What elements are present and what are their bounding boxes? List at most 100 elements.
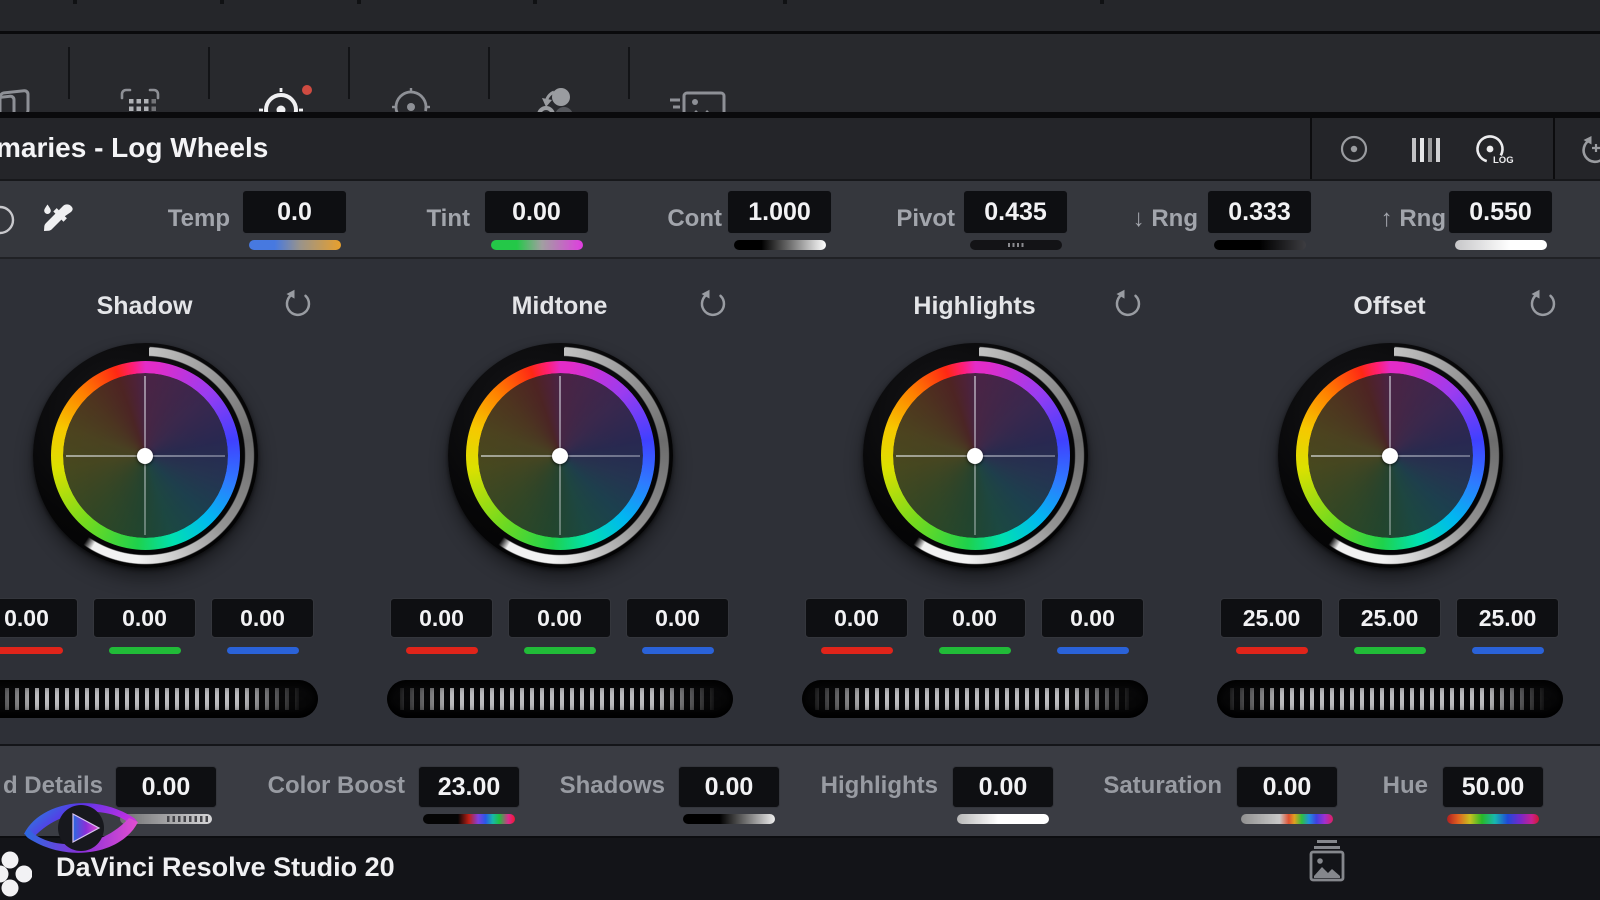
palette-toolbar: HDR bbox=[0, 34, 1600, 112]
shadow-wheel-inner bbox=[63, 373, 228, 538]
reset-palette-icon[interactable] bbox=[1578, 134, 1600, 166]
tint-label: Tint bbox=[330, 205, 470, 233]
palette-title: maries - Log Wheels bbox=[0, 132, 268, 164]
up-range-label: ↑ Rng bbox=[1280, 205, 1446, 233]
hue-label: Hue bbox=[1330, 772, 1428, 800]
green-channel-strip bbox=[524, 647, 596, 654]
shadow-green-value[interactable]: 0.00 bbox=[93, 598, 196, 638]
red-channel-strip bbox=[1236, 647, 1308, 654]
midtone-wheel-handle[interactable] bbox=[552, 448, 568, 464]
pivot-track[interactable] bbox=[970, 240, 1062, 250]
offset-wheel-inner bbox=[1308, 373, 1473, 538]
offset-hue-ring bbox=[1296, 361, 1485, 550]
midtone-green-value[interactable]: 0.00 bbox=[508, 598, 611, 638]
palette-title-bar: maries - Log Wheels LOG bbox=[0, 118, 1600, 179]
gallery-stills-icon[interactable] bbox=[1306, 838, 1348, 888]
color-boost-label: Color Boost bbox=[240, 772, 405, 800]
toolbar-divider bbox=[68, 47, 70, 99]
red-channel-strip bbox=[821, 647, 893, 654]
shadow-blue-value[interactable]: 0.00 bbox=[211, 598, 314, 638]
midtone-red-value[interactable]: 0.00 bbox=[390, 598, 493, 638]
tint-track[interactable] bbox=[491, 240, 583, 250]
shadow-wheel-handle[interactable] bbox=[137, 448, 153, 464]
blue-channel-strip bbox=[227, 647, 299, 654]
saturation-label: Saturation bbox=[1070, 772, 1222, 800]
shadow-hue-ring bbox=[51, 361, 240, 550]
green-channel-strip bbox=[939, 647, 1011, 654]
down-range-label: ↓ Rng bbox=[1030, 205, 1198, 233]
offset-wheel-column: Offset 25.00 25.00 25.00 bbox=[1182, 259, 1597, 744]
up-range-value[interactable]: 0.550 bbox=[1448, 190, 1553, 234]
shadow-reset-icon[interactable] bbox=[282, 289, 312, 319]
color-boost-value[interactable]: 23.00 bbox=[418, 766, 520, 808]
color-boost-track[interactable] bbox=[423, 814, 515, 824]
shadow-red-value[interactable]: 0.00 bbox=[0, 598, 78, 638]
highlights-hue-ring bbox=[881, 361, 1070, 550]
offset-blue-value[interactable]: 25.00 bbox=[1456, 598, 1559, 638]
highlights-color-wheel[interactable] bbox=[863, 343, 1088, 568]
toolbar-divider bbox=[628, 47, 630, 99]
highlights-master-wheel[interactable] bbox=[802, 680, 1148, 718]
contrast-label: Cont bbox=[560, 205, 722, 233]
midtone-wheel-inner bbox=[478, 373, 643, 538]
hue-track[interactable] bbox=[1447, 814, 1539, 824]
down-range-track[interactable] bbox=[1214, 240, 1306, 250]
shadows-track[interactable] bbox=[683, 814, 775, 824]
toolbar-divider bbox=[348, 47, 350, 99]
highlights-green-value[interactable]: 0.00 bbox=[923, 598, 1026, 638]
toolbar-divider bbox=[488, 47, 490, 99]
red-channel-strip bbox=[406, 647, 478, 654]
notification-dot bbox=[302, 85, 312, 95]
highlights-value[interactable]: 0.00 bbox=[952, 766, 1054, 808]
blue-channel-strip bbox=[1057, 647, 1129, 654]
midtone-color-wheel[interactable] bbox=[448, 343, 673, 568]
shadows-value[interactable]: 0.00 bbox=[678, 766, 780, 808]
offset-wheel-handle[interactable] bbox=[1382, 448, 1398, 464]
secondary-adjust-row: d Details 0.00 Color Boost 23.00 Shadows… bbox=[0, 746, 1600, 836]
highlights-label: Highlights bbox=[790, 772, 938, 800]
shadow-wheel-column: Shadow 0.00 0.00 0.00 bbox=[0, 259, 352, 744]
saturation-value[interactable]: 0.00 bbox=[1236, 766, 1338, 808]
toolbar-divider bbox=[208, 47, 210, 99]
highlights-reset-icon[interactable] bbox=[1112, 289, 1142, 319]
highlights-track[interactable] bbox=[957, 814, 1049, 824]
shadows-label: Shadows bbox=[520, 772, 665, 800]
offset-reset-icon[interactable] bbox=[1527, 289, 1557, 319]
contrast-track[interactable] bbox=[734, 240, 826, 250]
titlebar-divider bbox=[1553, 118, 1555, 179]
up-range-track[interactable] bbox=[1455, 240, 1547, 250]
midtone-master-wheel[interactable] bbox=[387, 680, 733, 718]
primaries-adjust-row: Temp 0.0 Tint 0.00 Cont 1.000 Pivot 0.43… bbox=[0, 181, 1600, 257]
red-channel-strip bbox=[0, 647, 63, 654]
offset-green-value[interactable]: 25.00 bbox=[1338, 598, 1441, 638]
shadow-color-wheel[interactable] bbox=[33, 343, 258, 568]
highlights-wheel-column: Highlights 0.00 0.00 0.00 bbox=[767, 259, 1182, 744]
shadow-master-wheel[interactable] bbox=[0, 680, 318, 718]
highlights-blue-value[interactable]: 0.00 bbox=[1041, 598, 1144, 638]
offset-red-value[interactable]: 25.00 bbox=[1220, 598, 1323, 638]
midtone-blue-value[interactable]: 0.00 bbox=[626, 598, 729, 638]
primary-bars-mode-icon[interactable] bbox=[1410, 136, 1444, 164]
top-strip bbox=[0, 0, 1600, 31]
titlebar-divider bbox=[1310, 118, 1312, 179]
highlights-wheel-handle[interactable] bbox=[967, 448, 983, 464]
midtone-hue-ring bbox=[466, 361, 655, 550]
offset-color-wheel[interactable] bbox=[1278, 343, 1503, 568]
midtone-wheel-column: Midtone 0.00 0.00 0.00 bbox=[352, 259, 767, 744]
temp-label: Temp bbox=[60, 205, 230, 233]
green-channel-strip bbox=[1354, 647, 1426, 654]
offset-master-wheel[interactable] bbox=[1217, 680, 1563, 718]
blue-channel-strip bbox=[1472, 647, 1544, 654]
blue-channel-strip bbox=[642, 647, 714, 654]
saturation-track[interactable] bbox=[1241, 814, 1333, 824]
primary-log-mode-icon[interactable]: LOG bbox=[1474, 134, 1514, 168]
midtone-reset-icon[interactable] bbox=[697, 289, 727, 319]
highlights-wheel-inner bbox=[893, 373, 1058, 538]
app-title: DaVinci Resolve Studio 20 bbox=[56, 852, 395, 883]
auto-balance-icon[interactable] bbox=[0, 204, 16, 236]
hue-value[interactable]: 50.00 bbox=[1442, 766, 1544, 808]
primary-wheels-mode-icon[interactable] bbox=[1338, 134, 1370, 166]
highlights-red-value[interactable]: 0.00 bbox=[805, 598, 908, 638]
temp-track[interactable] bbox=[249, 240, 341, 250]
green-channel-strip bbox=[109, 647, 181, 654]
